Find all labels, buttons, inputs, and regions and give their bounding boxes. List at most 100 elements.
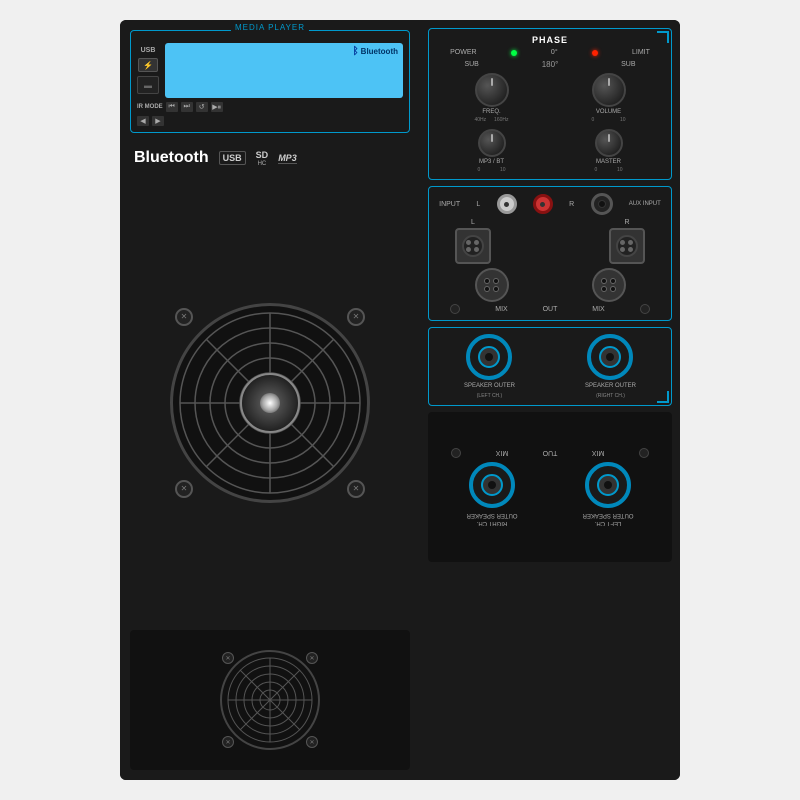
mix-port-right-circle — [640, 304, 650, 314]
aux-input-label: AUX INPUT — [629, 201, 661, 207]
mini-screw-bl — [222, 736, 234, 748]
mix-left-label: MIX — [495, 306, 507, 313]
sd-card-icon — [137, 76, 159, 94]
sub-right-label: SUB — [621, 61, 635, 68]
bluetooth-badge: ᛒ Bluetooth — [353, 46, 398, 57]
knobs-row-2: MP3 / BT 0 10 MASTER 0 10 — [433, 129, 667, 173]
input-top-row: INPUT L R AUX INPUT — [433, 193, 667, 215]
bottom-left-section — [130, 630, 410, 770]
mini-fan-grill-svg — [223, 653, 317, 747]
aux-jack[interactable] — [591, 193, 613, 215]
flipped-left-ch-label: LEFT CH. — [595, 520, 622, 526]
ir-mode-label: IR MODE — [137, 104, 163, 110]
device-panel: MEDIA PLAYER USB ᛒ Bluetooth — [120, 20, 680, 780]
speaker-jack-left: SPEAKER OUTER (LEFT CH.) — [464, 334, 515, 399]
flipped-speaker-connector-left[interactable] — [585, 462, 631, 508]
deg180-label: 180° — [542, 60, 559, 69]
speaker-jack-right: SPEAKER OUTER (RIGHT CH.) — [585, 334, 636, 399]
phase-deg-row: SUB 180° SUB — [433, 60, 667, 69]
play-btn[interactable]: ▶⏸ — [211, 102, 223, 112]
combo-jack-left[interactable] — [455, 228, 491, 264]
master-knob-group: MASTER 0 10 — [595, 129, 623, 173]
flipped-mix-port-left — [639, 448, 649, 458]
vol-down-btn[interactable]: ◀ — [137, 116, 149, 126]
mini-screw-tr — [306, 652, 318, 664]
freq-label: FREQ. — [482, 109, 500, 115]
flipped-mix-right: MIX — [496, 450, 508, 457]
media-left-controls: USB — [137, 43, 159, 98]
mix-right-label: MIX — [592, 306, 604, 313]
xlr-left — [475, 268, 509, 302]
rca-jack-red[interactable] — [533, 194, 553, 214]
speaker-left-ch: (LEFT CH.) — [477, 393, 502, 399]
l-label: L — [476, 201, 480, 208]
combo-r-label: R — [624, 219, 629, 226]
mix-port-left-circle — [450, 304, 460, 314]
prev-btn[interactable]: ⏮ — [166, 102, 178, 112]
mp3-bt-knob[interactable] — [478, 129, 506, 157]
master-knob[interactable] — [595, 129, 623, 157]
xlr-right — [592, 268, 626, 302]
flipped-mix-port-right — [451, 448, 461, 458]
r-label: R — [569, 201, 574, 208]
media-player-title: MEDIA PLAYER — [231, 23, 309, 32]
left-panel: MEDIA PLAYER USB ᛒ Bluetooth — [120, 20, 420, 780]
volume-knob[interactable] — [592, 73, 626, 107]
flipped-speaker-connector-right[interactable] — [469, 462, 515, 508]
flipped-right-ch-label: RIGHT CH. — [477, 520, 508, 526]
input-section: INPUT L R AUX INPUT — [428, 186, 672, 321]
sub-left-label: SUB — [464, 61, 478, 68]
device-container: MEDIA PLAYER USB ᛒ Bluetooth — [0, 0, 800, 800]
mini-screw-tl — [222, 652, 234, 664]
freq-knob[interactable] — [475, 73, 509, 107]
rca-jack-white[interactable] — [497, 194, 517, 214]
flipped-right-outer-label: OUTER SPEAKER — [467, 512, 518, 518]
fan-section — [130, 183, 410, 622]
blue-corner-tr — [657, 31, 669, 43]
speaker-connector-left[interactable] — [466, 334, 512, 380]
fan-container — [170, 303, 370, 503]
control-row-2: ◀ ▶ — [137, 116, 403, 126]
usb-icon — [138, 58, 158, 72]
flipped-speaker-labels: LEFT CH. OUTER SPEAKER RIGHT CH. OUTER S… — [434, 512, 666, 526]
blue-corner-br — [657, 391, 669, 403]
volume-knob-group: VOLUME 0 10 — [592, 73, 626, 123]
mp3-bt-label: MP3 / BT — [479, 159, 504, 165]
flipped-mix-row: MIX TUO MIX — [434, 448, 666, 458]
master-label: MASTER — [596, 159, 621, 165]
lcd-display: ᛒ Bluetooth — [165, 43, 403, 98]
speaker-right-ch: (RIGHT CH.) — [596, 393, 625, 399]
flipped-mix-left: MIX — [592, 450, 604, 457]
limit-label: LIMIT — [632, 49, 650, 56]
mini-screw-br — [306, 736, 318, 748]
out-label: OUT — [543, 306, 558, 313]
vol-up-btn[interactable]: ▶ — [152, 116, 164, 126]
phase-title: PHASE — [433, 35, 667, 45]
zero-degree-label: 0° — [551, 49, 558, 56]
combo-l-label: L — [471, 219, 475, 226]
speaker-right-label: SPEAKER OUTER — [585, 383, 636, 390]
fan-circle — [170, 303, 370, 503]
mp3-badge-text: MP3 — [278, 153, 297, 164]
xlr-body-left[interactable] — [475, 268, 509, 302]
led-limit — [592, 50, 598, 56]
fan-hub — [240, 373, 300, 433]
right-panel: PHASE POWER 0° LIMIT SUB 180° SUB — [420, 20, 680, 780]
flipped-speaker-connectors — [434, 462, 666, 508]
led-power — [511, 50, 517, 56]
feature-icons-row: Bluetooth USB SD HC MP3 — [130, 141, 410, 175]
mini-fan-circle — [220, 650, 320, 750]
repeat-btn[interactable]: ↺ — [196, 102, 208, 112]
speaker-section: SPEAKER OUTER (LEFT CH.) SPEAKER OUTER (… — [428, 327, 672, 406]
volume-label: VOLUME — [596, 109, 621, 115]
input-label: INPUT — [439, 201, 460, 208]
speaker-row: SPEAKER OUTER (LEFT CH.) SPEAKER OUTER (… — [433, 334, 667, 399]
fan-center — [260, 393, 280, 413]
xlr-body-right[interactable] — [592, 268, 626, 302]
knobs-row-1: FREQ. 40Hz 160Hz VOLUME 0 10 — [433, 73, 667, 123]
mini-fan-container — [220, 650, 320, 750]
next-btn[interactable]: ⏭ — [181, 102, 193, 112]
combo-jack-right[interactable] — [609, 228, 645, 264]
mp3-bt-knob-group: MP3 / BT 0 10 — [478, 129, 506, 173]
speaker-connector-right[interactable] — [587, 334, 633, 380]
